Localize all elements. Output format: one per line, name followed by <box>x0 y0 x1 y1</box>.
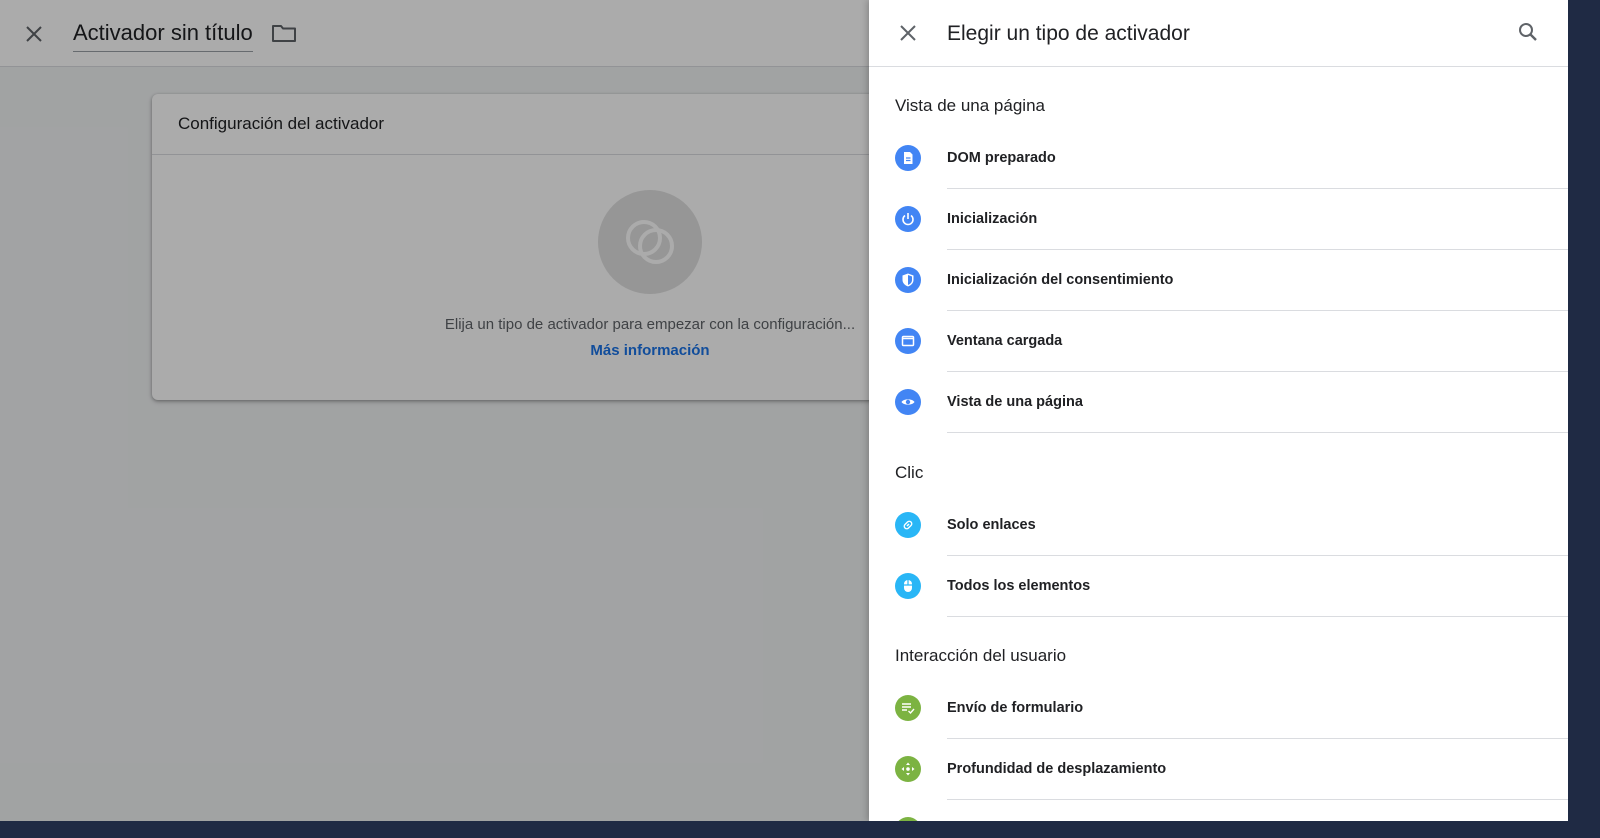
move-arrows-icon <box>895 756 921 782</box>
trigger-item-scroll-depth[interactable]: Profundidad de desplazamiento <box>869 739 1568 800</box>
shield-icon <box>895 267 921 293</box>
trigger-item-window-loaded[interactable]: Ventana cargada <box>869 311 1568 372</box>
trigger-item-label: Todos los elementos <box>947 578 1091 594</box>
window-icon <box>895 328 921 354</box>
next-item-icon <box>895 817 921 821</box>
section-title-click: Clic <box>895 463 924 482</box>
trigger-item-consent-initialization[interactable]: Inicialización del consentimiento <box>869 250 1568 311</box>
panel-header: Elegir un tipo de activador <box>869 0 1568 67</box>
search-icon[interactable] <box>1516 20 1540 44</box>
form-check-icon <box>895 695 921 721</box>
trigger-item-page-view[interactable]: Vista de una página <box>869 372 1568 433</box>
section-title-page-view: Vista de una página <box>895 96 1045 115</box>
eye-icon <box>895 389 921 415</box>
trigger-item-label: Vista de una página <box>947 394 1083 410</box>
trigger-item-form-submission[interactable]: Envío de formulario <box>869 678 1568 739</box>
close-panel-icon[interactable] <box>896 21 920 45</box>
power-icon <box>895 206 921 232</box>
trigger-item-dom-ready[interactable]: DOM preparado <box>869 128 1568 189</box>
section-title-user-interaction: Interacción del usuario <box>895 646 1067 665</box>
trigger-item-just-links[interactable]: Solo enlaces <box>869 495 1568 556</box>
trigger-item-label: Inicialización del consentimiento <box>947 272 1174 288</box>
trigger-item-all-elements[interactable]: Todos los elementos <box>869 556 1568 617</box>
item-divider <box>947 616 1568 617</box>
document-icon <box>895 145 921 171</box>
trigger-item-label: DOM preparado <box>947 150 1056 166</box>
trigger-item-next[interactable] <box>869 800 1568 821</box>
trigger-item-label: Inicialización <box>947 211 1038 227</box>
trigger-item-initialization[interactable]: Inicialización <box>869 189 1568 250</box>
link-icon <box>895 512 921 538</box>
trigger-item-label: Envío de formulario <box>947 700 1084 716</box>
item-divider <box>947 432 1568 433</box>
trigger-item-label: Profundidad de desplazamiento <box>947 761 1167 777</box>
trigger-item-label: Ventana cargada <box>947 333 1063 349</box>
panel-title: Elegir un tipo de activador <box>947 22 1190 45</box>
trigger-type-panel: Elegir un tipo de activador Vista de una… <box>869 0 1568 821</box>
mouse-icon <box>895 573 921 599</box>
app-frame: Activador sin título Configuración del a… <box>0 0 1568 821</box>
trigger-item-label: Solo enlaces <box>947 517 1036 533</box>
